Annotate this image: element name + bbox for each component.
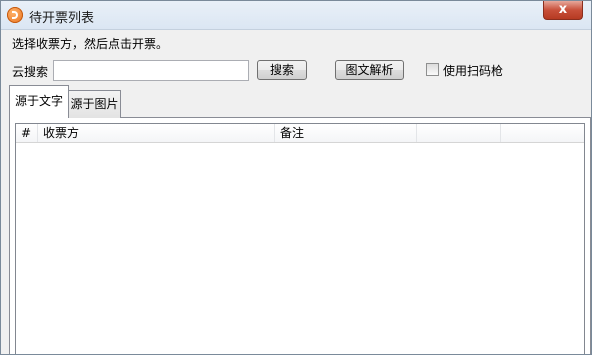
column-header-remark[interactable]: 备注 [275,124,417,142]
list-header: # 收票方 备注 [16,124,584,143]
close-button[interactable]: x [543,1,583,20]
app-logo-icon [7,7,23,23]
app-window: 待开票列表 x 选择收票方，然后点击开票。 云搜索 搜索 图文解析 使用扫码枪 … [0,0,592,355]
scanner-checkbox[interactable] [426,63,439,76]
tab-from-image[interactable]: 源于图片 [68,90,121,118]
title-bar[interactable]: 待开票列表 x [1,1,591,30]
column-header-blank-2[interactable] [501,124,584,142]
instruction-text: 选择收票方，然后点击开票。 [12,37,169,51]
scanner-checkbox-label[interactable]: 使用扫码枪 [443,62,503,79]
cloud-search-label: 云搜索 [12,65,49,79]
column-header-blank-1[interactable] [417,124,501,142]
tab-from-text[interactable]: 源于文字 [9,85,69,118]
image-text-parse-button[interactable]: 图文解析 [335,60,404,80]
window-title: 待开票列表 [29,11,95,26]
column-header-recipient[interactable]: 收票方 [38,124,275,142]
cloud-search-input[interactable] [53,60,249,81]
recipient-list[interactable]: # 收票方 备注 [15,123,585,354]
search-button[interactable]: 搜索 [257,60,307,80]
column-header-number[interactable]: # [16,124,38,142]
